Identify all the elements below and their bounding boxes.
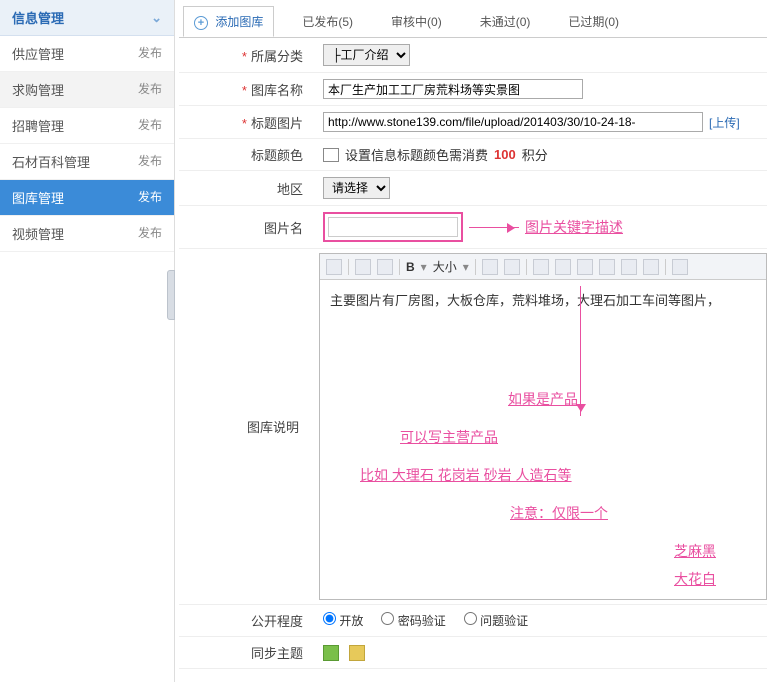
region-label: 地区 [277, 182, 303, 197]
collapse-handle[interactable] [167, 270, 175, 320]
chevron-down-icon: ⌄ [151, 10, 162, 26]
sidebar-item-encyclopedia[interactable]: 石材百科管理 发布 [0, 144, 174, 180]
titlecolor-label: 标题颜色 [251, 148, 303, 163]
toolbar-paste-icon[interactable] [355, 259, 371, 275]
image-name-input[interactable] [328, 217, 458, 237]
sidebar: 信息管理 ⌄ 供应管理 发布 求购管理 发布 招聘管理 发布 石材百科管理 发布… [0, 0, 175, 682]
sync-label: 同步主题 [251, 646, 303, 661]
annotation-examples: 比如 大理石 花岗岩 砂岩 人造石等 [360, 465, 756, 485]
toolbar-maximize-icon[interactable] [672, 259, 688, 275]
sidebar-header[interactable]: 信息管理 ⌄ [0, 0, 174, 36]
tab-published[interactable]: 已发布(5) [292, 7, 363, 36]
sync-theme-add-icon[interactable] [349, 645, 365, 661]
imgname-label: 图片名 [264, 221, 303, 236]
points-value: 100 [494, 147, 516, 162]
toolbar-unlink-icon[interactable] [504, 259, 520, 275]
toolbar-smiley-icon[interactable] [621, 259, 637, 275]
sidebar-item-video[interactable]: 视频管理 发布 [0, 216, 174, 252]
annotation-arrow-right: 图片关键字描述 [469, 217, 623, 237]
sidebar-item-recruit[interactable]: 招聘管理 发布 [0, 108, 174, 144]
sync-theme-icon[interactable] [323, 645, 339, 661]
toolbar-flash-icon[interactable] [555, 259, 571, 275]
toolbar-bold-icon[interactable]: B [406, 260, 415, 274]
plus-icon: + [194, 16, 208, 30]
sidebar-item-purchase[interactable]: 求购管理 发布 [0, 72, 174, 108]
region-select[interactable]: 请选择 [323, 177, 390, 199]
toolbar-fontsize[interactable]: 大小 [433, 258, 457, 275]
toolbar-table-icon[interactable] [577, 259, 593, 275]
open-label: 公开程度 [251, 614, 303, 629]
radio-open[interactable]: 开放 [323, 612, 363, 629]
tab-reviewing[interactable]: 审核中(0) [381, 7, 452, 36]
editor-content: 主要图片有厂房图，大板仓库，荒料堆场，大理石加工车间等图片， [330, 290, 756, 309]
radio-question[interactable]: 问题验证 [464, 612, 528, 629]
tab-add-gallery[interactable]: + 添加图库 [183, 6, 274, 37]
color-picker[interactable] [323, 148, 339, 162]
toolbar-image-icon[interactable] [533, 259, 549, 275]
annotation-main-product: 可以写主营产品 [400, 427, 756, 447]
toolbar-paste-word-icon[interactable] [377, 259, 393, 275]
titleimg-label: 标题图片 [251, 116, 303, 131]
tab-expired[interactable]: 已过期(0) [558, 7, 629, 36]
annotation-arrow-down [580, 286, 581, 416]
editor-body[interactable]: 主要图片有厂房图，大板仓库，荒料堆场，大理石加工车间等图片， 如果是产品 可以写… [320, 280, 766, 599]
main-content: + 添加图库 已发布(5) 审核中(0) 未通过(0) 已过期(0) *所属分类… [175, 0, 771, 682]
desc-label: 图库说明 [247, 417, 299, 436]
gallery-name-input[interactable] [323, 79, 583, 99]
annotation-highlight-box [323, 212, 463, 242]
title-image-input[interactable] [323, 112, 703, 132]
annotation-if-product: 如果是产品 [330, 389, 756, 409]
radio-password[interactable]: 密码验证 [381, 612, 445, 629]
category-label: 所属分类 [251, 49, 303, 64]
sidebar-item-gallery[interactable]: 图库管理 发布 [0, 180, 174, 216]
editor-toolbar: B ▾ 大小 ▾ [320, 254, 766, 280]
name-label: 图库名称 [251, 83, 303, 98]
sidebar-title: 信息管理 [12, 8, 64, 27]
toolbar-special-icon[interactable] [643, 259, 659, 275]
sidebar-item-supply[interactable]: 供应管理 发布 [0, 36, 174, 72]
tab-rejected[interactable]: 未通过(0) [470, 7, 541, 36]
tabs: + 添加图库 已发布(5) 审核中(0) 未通过(0) 已过期(0) [179, 0, 767, 38]
category-select[interactable]: ├工厂介绍 [323, 44, 410, 66]
rich-editor: B ▾ 大小 ▾ 主 [319, 253, 767, 600]
annotation-product2: 大花白 [330, 569, 716, 589]
annotation-note: 注意：仅限一个 [510, 503, 756, 523]
upload-link[interactable]: [上传] [709, 114, 740, 131]
toolbar-hr-icon[interactable] [599, 259, 615, 275]
toolbar-link-icon[interactable] [482, 259, 498, 275]
toolbar-source-icon[interactable] [326, 259, 342, 275]
annotation-product1: 芝麻黑 [330, 541, 716, 561]
